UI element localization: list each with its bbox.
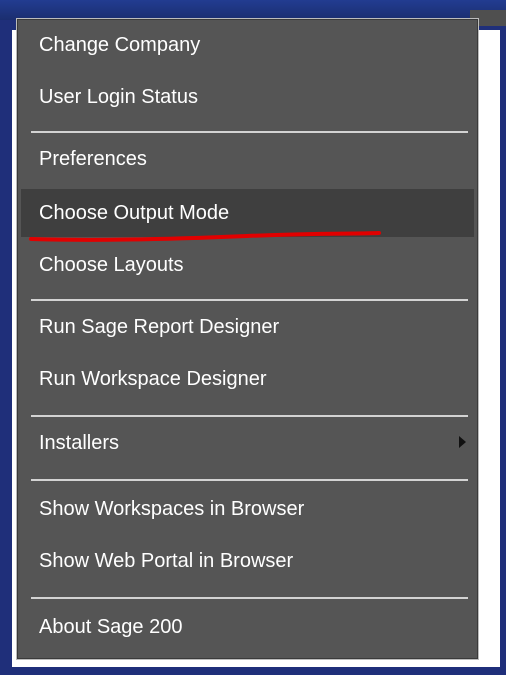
menu-item-user-login-status[interactable]: User Login Status <box>21 73 474 121</box>
menu-item-label: Show Workspaces in Browser <box>39 498 305 520</box>
menu-item-run-sage-report-designer[interactable]: Run Sage Report Designer <box>21 303 474 351</box>
window-top-bar <box>0 0 506 26</box>
menu-separator <box>31 131 468 133</box>
menu-item-label: Installers <box>39 432 120 454</box>
menu-item-label: Preferences <box>39 148 147 170</box>
menu-separator <box>31 299 468 301</box>
menu-item-change-company[interactable]: Change Company <box>21 21 474 69</box>
menu-item-label: Show Web Portal in Browser <box>39 550 294 572</box>
menu-item-label: Choose Layouts <box>39 254 184 276</box>
menu-item-label: Choose Output Mode <box>39 202 230 224</box>
menu-separator <box>31 479 468 481</box>
menu-item-label: About Sage 200 <box>39 616 183 638</box>
menu-item-run-workspace-designer[interactable]: Run Workspace Designer <box>21 355 474 403</box>
menu-item-label: Run Workspace Designer <box>39 368 267 390</box>
context-menu: Change Company User Login Status Prefere… <box>16 18 479 660</box>
menu-item-label: Change Company <box>39 34 201 56</box>
menu-separator <box>31 597 468 599</box>
chevron-right-icon <box>459 436 466 448</box>
red-underline-annotation <box>29 231 381 242</box>
menu-item-show-workspaces-in-browser[interactable]: Show Workspaces in Browser <box>21 485 474 533</box>
menu-item-choose-layouts[interactable]: Choose Layouts <box>21 241 474 289</box>
menu-item-label: Run Sage Report Designer <box>39 316 280 338</box>
menu-item-preferences[interactable]: Preferences <box>21 135 474 183</box>
menu-separator <box>31 415 468 417</box>
menu-item-about-sage-200[interactable]: About Sage 200 <box>21 603 474 651</box>
menu-item-show-web-portal-in-browser[interactable]: Show Web Portal in Browser <box>21 537 474 585</box>
menu-item-label: User Login Status <box>39 86 198 108</box>
menu-item-installers[interactable]: Installers <box>21 419 474 467</box>
